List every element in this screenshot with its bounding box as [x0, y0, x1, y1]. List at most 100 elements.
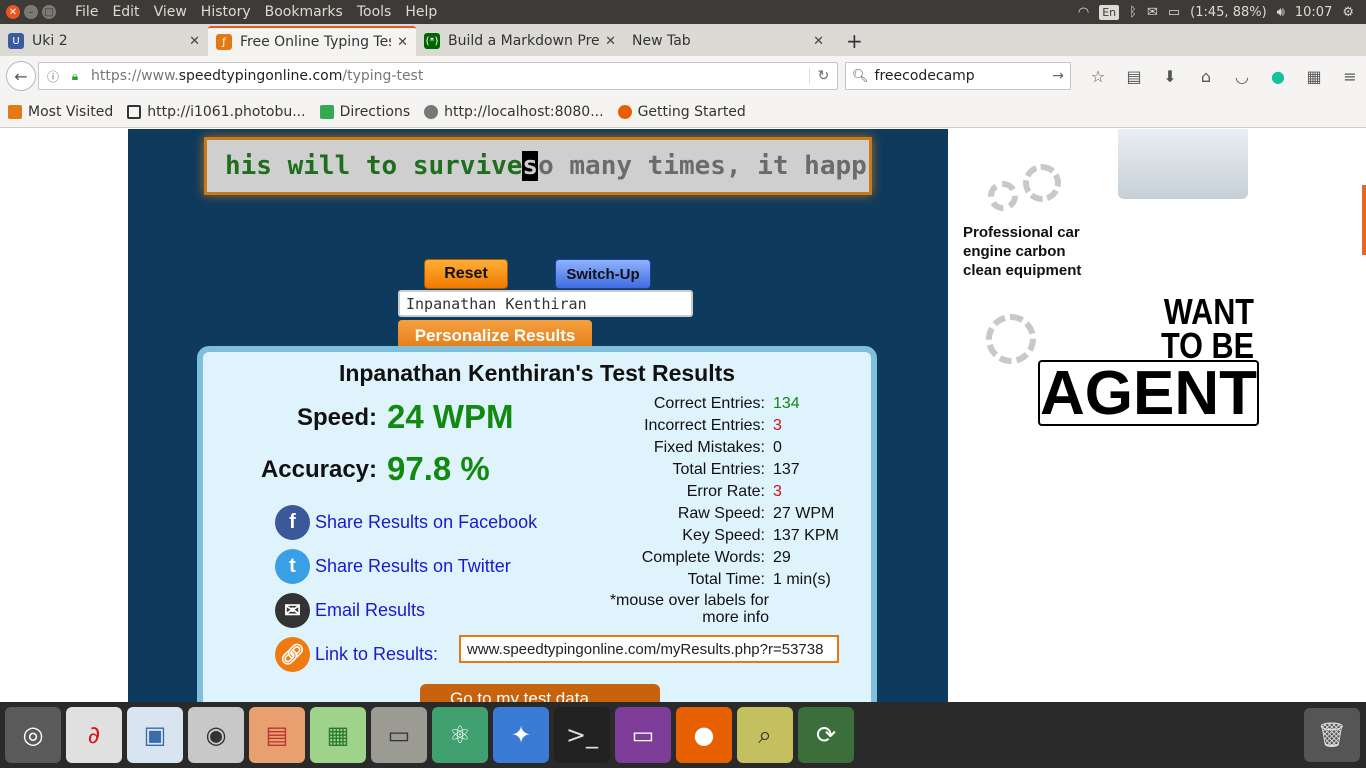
stat-value: 134: [773, 395, 800, 412]
bookmark-most-visited[interactable]: Most Visited: [8, 104, 113, 120]
stat-label[interactable]: Key Speed:: [577, 527, 765, 545]
menu-help[interactable]: Help: [398, 4, 444, 20]
settings-gear-icon[interactable]: ⚙: [1342, 5, 1354, 20]
browser-icon[interactable]: ✦: [493, 707, 549, 763]
tab-label: Build a Markdown Previewer: [448, 33, 600, 49]
search-bar[interactable]: 🔍︎ freecodecamp →: [845, 62, 1071, 90]
accuracy-label[interactable]: Accuracy:: [261, 456, 377, 484]
speed-label[interactable]: Speed:: [297, 404, 377, 432]
atom-icon[interactable]: ⚛: [432, 707, 488, 763]
search-tool-icon[interactable]: ⌕: [737, 707, 793, 763]
hamburger-menu-icon[interactable]: ≡: [1332, 67, 1366, 86]
software-updater-icon[interactable]: ⟳: [798, 707, 854, 763]
tab-new-tab[interactable]: New Tab ✕: [624, 26, 832, 56]
menu-tools[interactable]: Tools: [350, 4, 399, 20]
stat-label[interactable]: Total Entries:: [577, 461, 765, 479]
advertisement[interactable]: Professional car engine carbon clean equ…: [948, 129, 1366, 702]
bookmark-getting-started[interactable]: Getting Started: [617, 103, 746, 120]
folder-icon: [8, 104, 22, 119]
stat-label[interactable]: Total Time:: [577, 571, 765, 589]
menu-view[interactable]: View: [147, 4, 194, 20]
files-icon[interactable]: ▭: [371, 707, 427, 763]
results-link-field[interactable]: www.speedtypingonline.com/myResults.php?…: [459, 635, 839, 663]
home-icon[interactable]: ⌂: [1188, 67, 1224, 86]
stat-label[interactable]: Fixed Mistakes:: [577, 439, 765, 457]
search-go-arrow-icon[interactable]: →: [1052, 68, 1064, 84]
bookmark-star-icon[interactable]: ☆: [1080, 67, 1116, 86]
bookmark-label: Getting Started: [637, 103, 746, 120]
menu-list: File Edit View History Bookmarks Tools H…: [68, 4, 444, 20]
url-text[interactable]: https://www.speedtypingonline.com/typing…: [91, 68, 809, 84]
volume-icon[interactable]: 🔊︎: [1277, 5, 1285, 20]
battery-status[interactable]: (1:45, 88%): [1190, 5, 1267, 20]
terminal-icon[interactable]: >_: [554, 707, 610, 763]
switch-up-button[interactable]: Switch-Up: [555, 259, 651, 289]
bookmark-directions[interactable]: Directions: [319, 104, 410, 120]
close-tab-icon[interactable]: ✕: [397, 35, 408, 50]
tab-uki[interactable]: U Uki 2 ✕: [0, 26, 208, 56]
tab-markdown-previewer[interactable]: (*) Build a Markdown Previewer ✕: [416, 26, 624, 56]
maximize-window-button[interactable]: □: [42, 5, 56, 19]
wifi-icon[interactable]: ◠: [1078, 5, 1089, 20]
menu-history[interactable]: History: [194, 4, 258, 20]
back-arrow-icon[interactable]: ←: [6, 61, 36, 91]
clock[interactable]: 10:07: [1295, 5, 1332, 20]
info-icon[interactable]: ⓘ: [45, 68, 61, 85]
os-menubar: ✕ – □ File Edit View History Bookmarks T…: [0, 0, 1366, 24]
mouse-over-note: *mouse over labels for more info: [609, 592, 769, 626]
download-icon[interactable]: ⬇: [1152, 67, 1188, 86]
bluetooth-icon[interactable]: ᛒ: [1129, 5, 1137, 20]
bookmark-photobucket[interactable]: http://i1061.photobu...: [127, 104, 306, 120]
search-input[interactable]: freecodecamp: [875, 68, 1053, 84]
firefox-icon[interactable]: ●: [676, 707, 732, 763]
email-results-link[interactable]: ✉ Email Results: [275, 593, 425, 628]
typing-text-box[interactable]: his will to survive so many times, it ha…: [204, 137, 872, 195]
ubuntu-dash-icon[interactable]: ◎: [5, 707, 61, 763]
reload-icon[interactable]: ↻: [809, 68, 837, 84]
menu-file[interactable]: File: [68, 4, 105, 20]
calc-icon[interactable]: ▦: [310, 707, 366, 763]
page-scrollbar[interactable]: [1362, 185, 1366, 255]
tab-typing-test[interactable]: ƒ Free Online Typing Test ✕: [208, 26, 416, 56]
menu-edit[interactable]: Edit: [105, 4, 146, 20]
name-input[interactable]: [398, 290, 693, 317]
tab-label: Uki 2: [32, 33, 68, 49]
reset-button[interactable]: Reset: [424, 259, 508, 289]
share-facebook-link[interactable]: f Share Results on Facebook: [275, 505, 537, 540]
go-to-test-data-button[interactable]: Go to my test data: [420, 684, 660, 702]
stat-label[interactable]: Incorrect Entries:: [577, 417, 765, 435]
lock-icon[interactable]: 🔒︎: [67, 69, 83, 84]
reader-list-icon[interactable]: ▤: [1116, 67, 1152, 86]
language-indicator[interactable]: En: [1099, 4, 1120, 20]
close-tab-icon[interactable]: ✕: [189, 34, 200, 49]
bookmark-label: Most Visited: [28, 103, 114, 120]
share-twitter-link[interactable]: t Share Results on Twitter: [275, 549, 511, 584]
stat-label[interactable]: Correct Entries:: [577, 395, 765, 413]
url-bar[interactable]: ⓘ 🔒︎ https://www.speedtypingonline.com/t…: [38, 62, 838, 90]
close-tab-icon[interactable]: ✕: [813, 34, 824, 49]
menu-bookmarks[interactable]: Bookmarks: [258, 4, 350, 20]
mail-icon[interactable]: ✉: [1147, 5, 1158, 20]
close-tab-icon[interactable]: ✕: [605, 34, 616, 49]
stat-label[interactable]: Raw Speed:: [577, 505, 765, 523]
bookmark-localhost[interactable]: http://localhost:8080...: [424, 104, 604, 120]
pocket-icon[interactable]: ◡: [1224, 67, 1260, 86]
battery-icon[interactable]: ▭: [1168, 5, 1180, 20]
stat-total-time: Total Time: 1 min(s): [577, 569, 839, 591]
stat-label[interactable]: Error Rate:: [577, 483, 765, 501]
app-icon[interactable]: ▭: [615, 707, 671, 763]
uki-favicon-icon: U: [8, 33, 24, 49]
image-viewer-icon[interactable]: ▣: [127, 707, 183, 763]
ad-agent: AGENT: [1038, 358, 1259, 428]
impress-icon[interactable]: ▤: [249, 707, 305, 763]
pdf-reader-icon[interactable]: ∂: [66, 707, 122, 763]
camera-icon[interactable]: ◉: [188, 707, 244, 763]
freecodecamp-favicon-icon: (*): [424, 33, 440, 49]
new-tab-plus-icon[interactable]: +: [832, 26, 877, 56]
grammarly-icon[interactable]: ●: [1260, 67, 1296, 86]
minimize-window-button[interactable]: –: [24, 5, 38, 19]
stat-label[interactable]: Complete Words:: [577, 549, 765, 567]
extension-icon[interactable]: ▦: [1296, 67, 1332, 86]
trash-icon[interactable]: 🗑︎: [1304, 708, 1360, 762]
close-window-button[interactable]: ✕: [6, 5, 20, 19]
